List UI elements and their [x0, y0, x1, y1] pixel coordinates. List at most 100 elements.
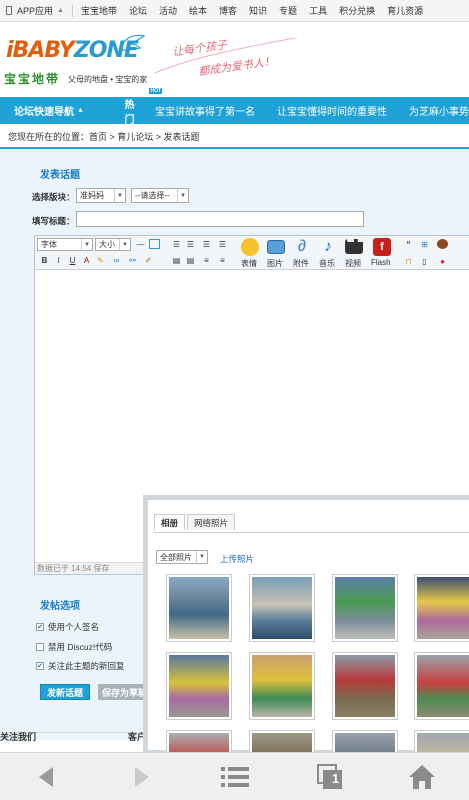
highlight-icon[interactable]: ✎: [95, 255, 106, 265]
photo-thumbnail[interactable]: [332, 574, 398, 642]
chevron-down-icon: ▼: [81, 239, 92, 250]
forum-quick-nav[interactable]: 论坛快速导航 ▲: [0, 103, 110, 118]
photo-thumbnail[interactable]: [249, 574, 315, 642]
home-button[interactable]: [392, 753, 452, 800]
top-link[interactable]: 专题: [279, 4, 297, 17]
hot-topic-link[interactable]: 为芝麻小事势: [409, 103, 469, 118]
top-link[interactable]: 积分兑换: [339, 4, 375, 17]
post-topic-button[interactable]: 发新话题: [40, 684, 90, 700]
clear-format-icon[interactable]: ✐: [143, 255, 154, 265]
option-row[interactable]: 禁用 Discuz!代码: [36, 641, 112, 653]
photo-tabs: 相册 网络照片: [154, 514, 237, 530]
image-label: 图片: [267, 259, 283, 268]
video-icon[interactable]: [345, 239, 363, 254]
avatar-icon[interactable]: [437, 239, 448, 249]
divider: [71, 4, 73, 17]
option-row[interactable]: ✔ 关注此主题的新回复: [36, 660, 125, 672]
top-link[interactable]: 育儿资源: [387, 4, 423, 17]
unlink-icon[interactable]: ⚯: [127, 255, 138, 265]
section-select-value: 准妈妈: [80, 191, 104, 200]
tab-web-photos[interactable]: 网络照片: [187, 514, 236, 530]
link-icon[interactable]: ∞: [111, 255, 122, 265]
float-right-icon[interactable]: ▤: [185, 255, 196, 265]
bold-icon[interactable]: B: [39, 255, 50, 265]
top-link[interactable]: 知识: [249, 4, 267, 17]
top-link[interactable]: 绘本: [189, 4, 207, 17]
title-input[interactable]: [76, 211, 364, 227]
photo-thumbnail[interactable]: [166, 652, 232, 720]
photo-thumbnail[interactable]: [249, 652, 315, 720]
top-link[interactable]: 博客: [219, 4, 237, 17]
option-row[interactable]: ✔ 使用个人签名: [36, 621, 99, 633]
attachment-icon[interactable]: ∂: [293, 238, 311, 256]
lock-icon[interactable]: ⊓: [403, 256, 414, 266]
checkbox-checked[interactable]: ✔: [36, 662, 44, 670]
top-link[interactable]: 宝宝地带: [81, 4, 117, 17]
chevron-down-icon: ▼: [119, 239, 130, 250]
tab-album[interactable]: 相册: [154, 514, 186, 530]
table-icon[interactable]: [149, 239, 160, 249]
divider: [154, 532, 469, 533]
text-color-icon[interactable]: A: [81, 255, 92, 265]
photo-thumbnail[interactable]: [414, 652, 469, 720]
image-icon[interactable]: [267, 240, 285, 254]
top-link[interactable]: 工具: [309, 4, 327, 17]
forward-button[interactable]: [112, 753, 172, 800]
logo-text-a: iBABY: [6, 38, 75, 63]
photo-thumbnail[interactable]: [332, 652, 398, 720]
page-icon[interactable]: ▯: [419, 256, 430, 266]
top-bar: APP应用 ▲ 宝宝地带 论坛 活动 绘本 博客 知识 专题 工具 积分兑换 育…: [0, 0, 469, 22]
flash-label: Flash: [371, 258, 391, 267]
quote-icon[interactable]: “: [403, 239, 414, 249]
tab-count: 1: [331, 771, 340, 786]
align-center-icon[interactable]: ☰: [185, 239, 196, 249]
upload-photo-link[interactable]: 上传照片: [220, 553, 254, 565]
photo-thumbnail[interactable]: [414, 574, 469, 642]
hot-topic-link[interactable]: 让宝宝懂得时间的重要性: [277, 103, 387, 118]
help-icon[interactable]: ●: [437, 256, 448, 266]
chevron-down-icon: ▼: [177, 189, 188, 202]
menu-button[interactable]: [205, 753, 265, 800]
back-button[interactable]: [16, 753, 76, 800]
post-form-title: 发表话题: [40, 170, 80, 181]
album-filter-select[interactable]: 全部照片 ▼: [156, 550, 208, 564]
app-menu[interactable]: APP应用 ▲: [0, 4, 64, 17]
attachment-label: 附件: [293, 259, 309, 268]
checkbox-unchecked[interactable]: [36, 643, 44, 651]
browser-bottom-bar: 1: [0, 752, 469, 800]
align-left-icon[interactable]: ☰: [171, 239, 182, 249]
chevron-down-icon: ▼: [114, 189, 125, 202]
emoji-icon[interactable]: [241, 238, 259, 256]
code-icon[interactable]: ⊞: [419, 239, 430, 249]
size-select[interactable]: 大小 ▼: [95, 238, 131, 251]
site-header: iBABYZONE 宝宝地带 父母的地盘 • 宝宝的家 让每个孩子 都成为爱书人…: [0, 22, 469, 94]
slogan-swoosh: [154, 37, 296, 74]
caret-up-icon: ▲: [77, 107, 84, 114]
top-links: 宝宝地带 论坛 活动 绘本 博客 知识 专题 工具 积分兑换 育儿资源: [81, 4, 435, 17]
subsection-select[interactable]: --请选择-- ▼: [131, 188, 189, 203]
music-icon[interactable]: ♪: [319, 238, 337, 256]
flash-icon[interactable]: f: [373, 238, 391, 256]
italic-icon[interactable]: I: [53, 255, 64, 265]
float-left-icon[interactable]: ▤: [171, 255, 182, 265]
video-label: 视频: [345, 259, 361, 268]
unordered-list-icon[interactable]: ≡: [217, 255, 228, 265]
justify-icon[interactable]: ☰: [217, 239, 228, 249]
top-link[interactable]: 论坛: [129, 4, 147, 17]
hot-topic-link[interactable]: 宝宝讲故事得了第一名: [155, 103, 255, 118]
section-select[interactable]: 准妈妈 ▼: [76, 188, 126, 203]
ordered-list-icon[interactable]: ≡: [201, 255, 212, 265]
align-right-icon[interactable]: ☰: [201, 239, 212, 249]
photo-thumbnail[interactable]: [166, 574, 232, 642]
site-name-cn: 宝宝地带: [4, 72, 61, 86]
top-link[interactable]: 活动: [159, 4, 177, 17]
checkbox-checked[interactable]: ✔: [36, 623, 44, 631]
chevron-down-icon: ▼: [196, 551, 207, 563]
follow-us-heading: 关注我们: [0, 732, 37, 742]
option-label: 禁用 Discuz!代码: [48, 642, 113, 652]
hot-badge: HOT: [148, 86, 164, 95]
horizontal-rule-icon[interactable]: —: [135, 239, 146, 249]
font-select[interactable]: 字体 ▼: [37, 238, 93, 251]
tabs-button[interactable]: 1: [300, 753, 360, 800]
underline-icon[interactable]: U: [67, 255, 78, 265]
